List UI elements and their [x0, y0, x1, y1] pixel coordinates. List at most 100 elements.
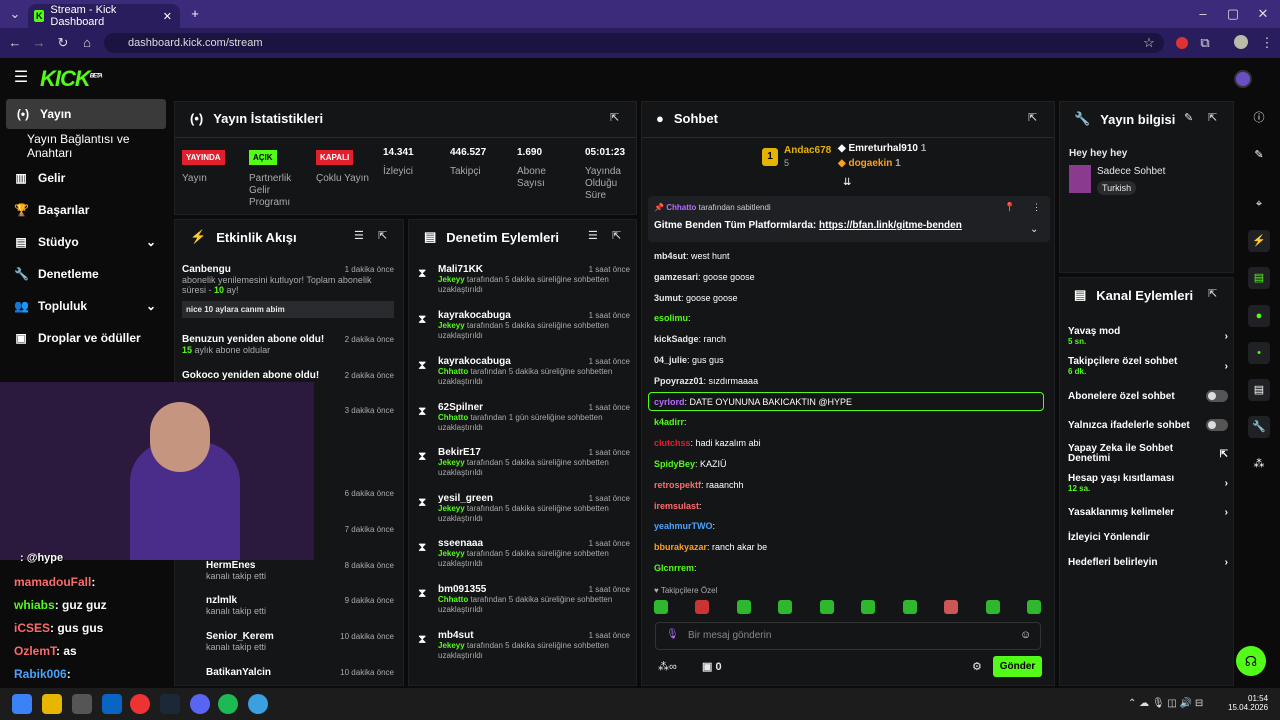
slow-mode[interactable]: Yavaş mod 5 sn. › [1068, 326, 1228, 346]
tab-menu-icon[interactable]: ⌄ [6, 4, 24, 24]
extension-icon[interactable] [1176, 37, 1188, 49]
popout-icon[interactable]: ⇱ [612, 229, 621, 242]
lightning-icon[interactable]: ⚡ [1248, 230, 1270, 252]
broadcast-icon[interactable]: • [1248, 342, 1270, 364]
info-icon[interactable]: ⓘ [1248, 107, 1270, 129]
spotify-icon[interactable] [218, 694, 238, 714]
nav-gelir[interactable]: ▥ Gelir [0, 163, 170, 193]
focus-icon[interactable]: ⌖ [1248, 193, 1270, 215]
chat-message[interactable]: retrospektf: raaanchh [654, 480, 744, 490]
discord-icon[interactable] [190, 694, 210, 714]
chat-bubble-icon[interactable]: ● [1248, 305, 1270, 327]
emote-bar[interactable] [654, 600, 1044, 616]
chat-message[interactable]: yeahmurTWO: [654, 521, 715, 531]
chat-message[interactable]: esolimu: [654, 313, 691, 323]
new-tab-icon[interactable]: + [186, 4, 204, 24]
address-bar[interactable]: dashboard.kick.com/stream [104, 33, 1164, 53]
ai-moderation[interactable]: Yapay Zeka ile Sohbet Denetimi ⇱ [1068, 444, 1228, 464]
help-headset-icon[interactable]: ☊ [1236, 646, 1266, 676]
document-icon[interactable]: ▤ [1248, 267, 1270, 289]
reload-icon[interactable]: ↻ [54, 33, 72, 53]
home-icon[interactable]: ⌂ [78, 33, 96, 53]
extensions-puzzle-icon[interactable]: ⧉ [1196, 33, 1214, 53]
hamburger-menu-icon[interactable]: ☰ [12, 68, 30, 88]
overlay-chat-line: iCSES: gus gus [14, 621, 104, 635]
browser-menu-icon[interactable]: ⋮ [1258, 33, 1276, 53]
file-explorer-icon[interactable] [42, 694, 62, 714]
profile-avatar[interactable] [1234, 35, 1248, 49]
chat-message[interactable]: k4adirr: [654, 417, 687, 427]
emote-only-chat[interactable]: Yalnızca ifadelerle sohbet [1068, 419, 1228, 431]
browser-tab[interactable]: K Stream - Kick Dashboard ✕ [28, 4, 180, 28]
chat-message[interactable]: iremsulast: [654, 501, 702, 511]
chat-message[interactable]: Ppoyrazz01: sızdırmaaaa [654, 376, 758, 386]
emote-icon [1026, 600, 1041, 614]
kicks-icon[interactable]: ⁂∞ [658, 660, 677, 673]
back-icon[interactable]: ← [6, 33, 24, 53]
webcam-overlay [0, 382, 314, 560]
chat-username: 3umut [654, 292, 681, 303]
store-icon[interactable] [72, 694, 92, 714]
steam-icon[interactable] [160, 694, 180, 714]
expand-icon[interactable]: ⌄ [1030, 224, 1038, 235]
followers-only-chat[interactable]: Takipçilere özel sohbet 6 dk. › [1068, 356, 1228, 376]
banned-words[interactable]: Yasaklanmış kelimeler › [1068, 507, 1228, 518]
nav-droplar[interactable]: ▣ Droplar ve ödüller [0, 323, 170, 353]
unpin-icon[interactable]: 📍 [1004, 202, 1015, 213]
send-button[interactable]: Gönder [993, 656, 1042, 677]
nav-basarilar[interactable]: 🏆 Başarılar [0, 195, 170, 225]
app-icon[interactable] [248, 694, 268, 714]
nav-topluluk[interactable]: 👥 Topluluk ⌄ [0, 291, 170, 321]
chat-message[interactable]: kickSadge: ranch [654, 334, 726, 344]
kick-logo[interactable]: KICKBETA [40, 66, 103, 92]
tray-icons[interactable]: ⌃ ☁ 🎙 ◫ 🔊 ⊟ [1128, 698, 1203, 709]
nav-studyo[interactable]: ▤ Stüdyo ⌄ [0, 227, 170, 257]
pinned-by: 📌 Chhatto tarafından sabitlendi [654, 203, 771, 212]
chat-message[interactable]: bburakyazar: ranch akar be [654, 542, 767, 552]
edit-icon[interactable]: ✎ [1184, 111, 1193, 124]
popout-icon[interactable]: ⇱ [1208, 111, 1217, 124]
chat-message[interactable]: Glcnrrem: [654, 563, 697, 573]
popout-icon[interactable]: ⇱ [610, 111, 619, 124]
kicks-icon[interactable]: ⁂ [1248, 453, 1270, 475]
pin-icon: 📌 [654, 203, 664, 212]
user-avatar[interactable] [1234, 70, 1252, 88]
host-viewers[interactable]: İzleyici Yönlendir [1068, 532, 1228, 543]
outlook-icon[interactable] [102, 694, 122, 714]
popout-icon[interactable]: ⇱ [1028, 111, 1037, 124]
nav-stream-key[interactable]: Yayın Bağlantısı ve Anahtarı [0, 131, 170, 161]
filter-icon[interactable]: ☰ [354, 229, 364, 242]
pinned-link[interactable]: https://bfan.link/gitme-benden [819, 220, 962, 231]
chrome-icon[interactable] [130, 694, 150, 714]
chat-message[interactable]: mb4sut: west hunt [654, 251, 730, 261]
nav-denetleme[interactable]: 🔧 Denetleme [0, 259, 170, 289]
wrench-icon[interactable]: 🔧 [1248, 416, 1270, 438]
close-window-icon[interactable]: ✕ [1254, 4, 1272, 24]
popout-icon[interactable]: ⇱ [1208, 287, 1217, 300]
edit-icon[interactable]: ✎ [1248, 144, 1270, 166]
chat-settings-icon[interactable]: ⚙ [972, 660, 982, 673]
chat-message[interactable]: 3umut: goose goose [654, 293, 738, 303]
more-icon[interactable]: ⋮ [1032, 202, 1041, 213]
popout-icon[interactable]: ⇱ [378, 229, 387, 242]
chat-message[interactable]: 04_julie: gus gus [654, 355, 724, 365]
scroll-down-icon[interactable]: ⇊ [843, 177, 851, 188]
category-name[interactable]: Sadece Sohbet [1097, 166, 1165, 177]
subscribers-only-chat[interactable]: Abonelere özel sohbet [1068, 390, 1228, 402]
minimize-icon[interactable]: – [1194, 4, 1212, 24]
chat-message[interactable]: gamzesari: goose goose [654, 272, 755, 282]
emoji-icon[interactable]: ☺ [1020, 629, 1031, 641]
chat-message[interactable]: SpidyBey: KAZIÜ [654, 459, 727, 469]
chat-message[interactable]: cyrlord: DATE OYUNUNA BAKICAKTIN @HYPE [654, 397, 852, 407]
forward-icon[interactable]: → [30, 33, 48, 53]
filter-icon[interactable]: ☰ [588, 229, 598, 242]
chat-message[interactable]: clutchss: hadi kazalım abi [654, 438, 761, 448]
nav-yayin[interactable]: (•) Yayın [6, 99, 166, 129]
maximize-icon[interactable]: ▢ [1224, 4, 1242, 24]
account-age-restriction[interactable]: Hesap yaşı kısıtlaması 12 sa. › [1068, 473, 1228, 493]
close-tab-icon[interactable]: ✕ [163, 10, 172, 23]
windows-start-icon[interactable] [12, 694, 32, 714]
set-goals[interactable]: Hedefleri belirleyin › [1068, 557, 1228, 568]
actions-icon[interactable]: ▤ [1248, 379, 1270, 401]
bookmark-star-icon[interactable]: ☆ [1140, 33, 1158, 53]
